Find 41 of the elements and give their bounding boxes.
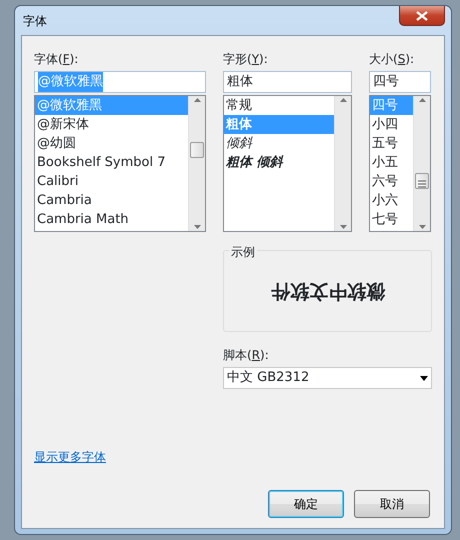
list-item[interactable]: @幼圆 <box>35 134 188 153</box>
list-item[interactable]: Calibri <box>35 172 188 191</box>
list-item[interactable]: Bookshelf Symbol 7 <box>35 153 188 172</box>
scrollbar[interactable] <box>413 96 430 231</box>
field-label: 脚本(R): <box>223 347 270 364</box>
list-item[interactable]: 五号 <box>370 134 413 153</box>
field-label: 字体(F): <box>34 51 80 68</box>
more-fonts-link[interactable]: 显示更多字体 <box>34 450 106 464</box>
list-item[interactable]: 倾斜 <box>224 134 334 153</box>
size-field[interactable]: 四号 <box>369 71 431 93</box>
cancel-button[interactable]: 取消 <box>354 490 430 518</box>
list-item[interactable]: 粗体 倾斜 <box>224 153 334 172</box>
close-button[interactable] <box>399 6 445 26</box>
close-icon <box>416 10 428 20</box>
scroll-thumb[interactable] <box>415 173 429 189</box>
dropdown-arrow-icon <box>420 376 428 380</box>
list-item[interactable]: 六号 <box>370 172 413 191</box>
scrollbar[interactable] <box>188 96 205 231</box>
list-item[interactable]: @新宋体 <box>35 115 188 134</box>
list-item[interactable]: 小四 <box>370 115 413 134</box>
scroll-down-icon[interactable] <box>340 225 346 229</box>
list-item[interactable]: Cambria <box>35 191 188 210</box>
list-item[interactable]: 七号 <box>370 210 413 229</box>
scrollbar[interactable] <box>334 96 351 231</box>
list-item[interactable]: 小六 <box>370 191 413 210</box>
scroll-thumb[interactable] <box>190 142 204 158</box>
list-item[interactable]: 常规 <box>224 96 334 115</box>
scroll-down-icon[interactable] <box>418 225 426 229</box>
field-label: 大小(S): <box>369 51 416 68</box>
sample-text: 微软中文软件 <box>270 279 384 304</box>
scroll-up-icon[interactable] <box>194 98 200 102</box>
ok-button[interactable]: 确定 <box>268 490 344 518</box>
list-item[interactable]: Cambria Math <box>35 210 188 229</box>
window-title: 字体 <box>22 12 47 30</box>
scroll-up-icon[interactable] <box>340 98 346 102</box>
style-field[interactable]: 粗体 <box>223 71 352 93</box>
script-dropdown[interactable]: 中文 GB2312 <box>223 367 432 389</box>
list-item[interactable]: 小五 <box>370 153 413 172</box>
field-label: 字形(Y): <box>223 51 269 68</box>
scroll-up-icon[interactable] <box>418 98 426 102</box>
scroll-down-icon[interactable] <box>194 225 200 229</box>
